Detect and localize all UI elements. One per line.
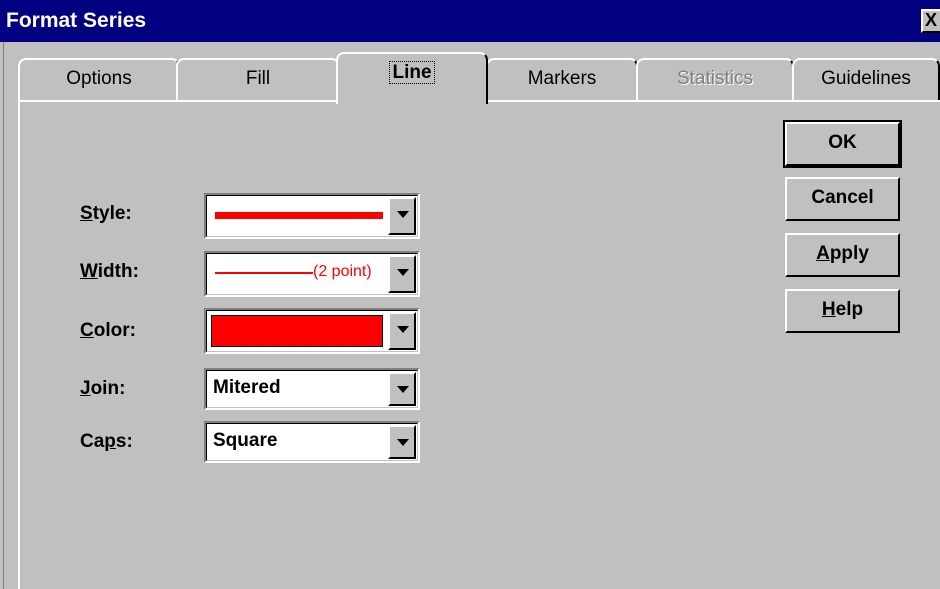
- line-style-preview: [215, 212, 383, 219]
- join-label: Join:: [80, 378, 126, 399]
- tab-label: Guidelines: [821, 68, 911, 89]
- width-dropdown-button[interactable]: [388, 255, 416, 293]
- caps-label: Caps:: [80, 431, 133, 452]
- tab-options[interactable]: Options: [18, 58, 180, 100]
- cancel-button[interactable]: Cancel: [785, 177, 900, 221]
- close-button[interactable]: X: [921, 9, 940, 33]
- color-select[interactable]: [204, 308, 420, 354]
- tab-panel-line: [18, 100, 940, 589]
- window-title: Format Series: [6, 9, 147, 32]
- tab-label: Options: [66, 68, 132, 89]
- join-dropdown-button[interactable]: [388, 372, 416, 406]
- window-left-edge: [0, 42, 4, 589]
- apply-button[interactable]: Apply: [785, 233, 900, 277]
- tab-guidelines[interactable]: Guidelines: [792, 58, 940, 100]
- tab-label: Fill: [245, 68, 271, 89]
- tab-statistics: Statistics: [636, 58, 794, 100]
- width-value: (2 point): [313, 263, 372, 280]
- title-bar: Format Series: [0, 0, 940, 42]
- ok-button[interactable]: OK: [783, 120, 902, 168]
- caps-select[interactable]: Square: [204, 421, 420, 463]
- tab-label: Markers: [527, 68, 597, 89]
- tab-markers[interactable]: Markers: [486, 58, 638, 100]
- style-dropdown-button[interactable]: [388, 197, 416, 235]
- caps-value: Square: [213, 430, 278, 451]
- style-select[interactable]: [204, 193, 420, 239]
- tab-fill[interactable]: Fill: [176, 58, 340, 100]
- tab-label: Line: [389, 61, 435, 84]
- line-width-preview: [215, 272, 313, 274]
- tab-line[interactable]: Line: [336, 52, 488, 104]
- tab-label: Statistics: [676, 68, 754, 89]
- caps-dropdown-button[interactable]: [388, 425, 416, 459]
- color-swatch: [211, 315, 383, 347]
- join-select[interactable]: Mitered: [204, 368, 420, 410]
- help-button[interactable]: Help: [785, 289, 900, 333]
- width-label: Width:: [80, 261, 139, 282]
- width-select[interactable]: (2 point): [204, 251, 420, 297]
- join-value: Mitered: [213, 377, 281, 398]
- color-dropdown-button[interactable]: [388, 312, 416, 350]
- style-label: Style:: [80, 203, 132, 224]
- color-label: Color:: [80, 320, 136, 341]
